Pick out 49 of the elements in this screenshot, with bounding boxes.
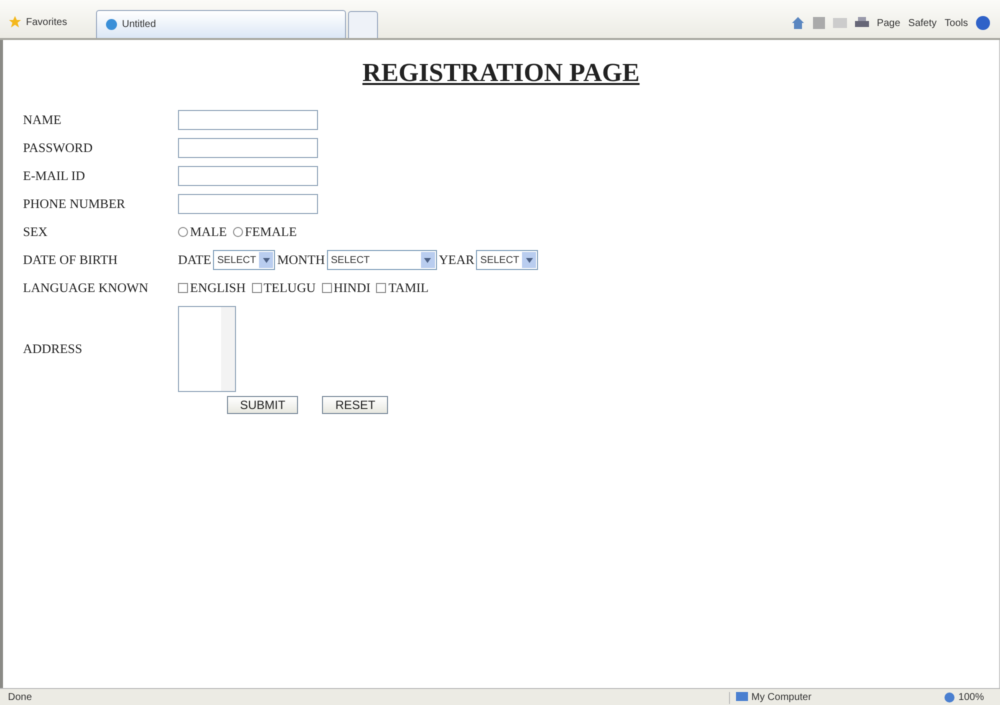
select-dropdown[interactable]: SELECT bbox=[213, 250, 276, 270]
select-label: YEAR bbox=[438, 252, 474, 268]
zone-text: My Computer bbox=[751, 692, 812, 703]
new-tab-button[interactable] bbox=[348, 11, 378, 38]
status-text: Done bbox=[8, 692, 32, 703]
field-label: DATE OF BIRTH bbox=[23, 252, 119, 268]
field-label: E-MAIL ID bbox=[23, 168, 86, 184]
form-button[interactable]: SUBMIT bbox=[227, 396, 298, 414]
printer-icon[interactable] bbox=[854, 17, 869, 29]
checkbox[interactable] bbox=[376, 283, 386, 293]
text-field[interactable] bbox=[178, 138, 318, 158]
checkbox-label: TAMIL bbox=[388, 280, 429, 296]
zoom-level[interactable]: 100% bbox=[958, 692, 984, 703]
favorites-button[interactable]: Favorites bbox=[26, 16, 68, 28]
caret-icon bbox=[424, 258, 432, 262]
radio-button[interactable] bbox=[178, 227, 188, 237]
field-label: ADDRESS bbox=[23, 341, 84, 357]
radio-label: MALE bbox=[190, 224, 227, 240]
page-title: REGISTRATION PAGE bbox=[361, 58, 641, 88]
caret-icon bbox=[526, 258, 533, 262]
field-label: PHONE NUMBER bbox=[23, 196, 126, 212]
browser-tab[interactable]: Untitled bbox=[96, 10, 346, 38]
checkbox[interactable] bbox=[252, 283, 262, 293]
home-icon[interactable] bbox=[790, 16, 805, 30]
checkbox-label: ENGLISH bbox=[190, 280, 246, 296]
caret-icon bbox=[262, 258, 270, 262]
select-label: DATE bbox=[178, 252, 212, 268]
command-menu[interactable]: Safety bbox=[908, 18, 937, 28]
star-icon bbox=[8, 15, 22, 29]
form-button[interactable]: RESET bbox=[322, 396, 388, 414]
checkbox[interactable] bbox=[322, 283, 332, 293]
select-label: MONTH bbox=[277, 252, 325, 268]
text-field[interactable] bbox=[178, 110, 318, 130]
checkbox-label: TELUGU bbox=[264, 280, 316, 296]
checkbox-label: HINDI bbox=[334, 280, 370, 296]
field-label: NAME bbox=[23, 112, 62, 128]
radio-button[interactable] bbox=[232, 227, 243, 237]
field-label: PASSWORD bbox=[23, 140, 94, 156]
checkbox[interactable] bbox=[178, 283, 188, 293]
field-label: SEX bbox=[23, 224, 49, 240]
radio-label: FEMALE bbox=[244, 224, 297, 240]
text-field[interactable] bbox=[178, 194, 318, 214]
field-label: LANGUAGE KNOWN bbox=[23, 280, 150, 296]
address-field[interactable] bbox=[178, 306, 236, 392]
select-dropdown[interactable]: SELECT bbox=[476, 250, 538, 270]
command-menu[interactable]: Page bbox=[876, 18, 900, 28]
text-field[interactable] bbox=[178, 166, 318, 186]
select-dropdown[interactable]: SELECT bbox=[326, 250, 437, 270]
command-menu[interactable]: Tools bbox=[944, 18, 968, 28]
